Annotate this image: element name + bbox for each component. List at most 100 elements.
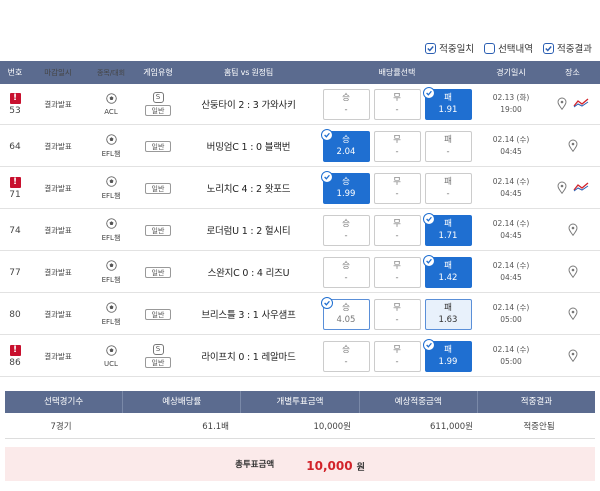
odds-group: 승 1.99 무 - 패 - (317, 170, 477, 204)
odds-button-draw[interactable]: 무- (373, 298, 421, 330)
odds-button-draw[interactable]: 무- (373, 88, 421, 120)
deadline: 결과발표 (44, 267, 72, 277)
odds-label: 패 (444, 219, 452, 229)
deadline: 결과발표 (44, 225, 72, 235)
deadline: 결과발표 (44, 309, 72, 319)
match-time: 04:45 (500, 231, 522, 240)
odds-button-lose[interactable]: 패- (424, 172, 472, 204)
odds-group: 승 4.05 무 - 패 1.63 (317, 296, 477, 330)
game-number: 77 (9, 268, 21, 278)
special-badge-icon: S (152, 344, 164, 355)
location-pin-icon[interactable] (568, 265, 578, 280)
place-cell (545, 97, 600, 112)
match-date: 02.14 (수) (492, 135, 530, 144)
gametype-cell: S 일반 (136, 344, 180, 368)
odds-button-win[interactable]: 승- (322, 214, 370, 246)
match-time: 05:00 (500, 357, 522, 366)
odds-button-lose[interactable]: 패 1.42 (422, 254, 472, 288)
legend-result-checkbox[interactable]: 적중결과 (543, 41, 592, 55)
trend-chart-icon[interactable] (572, 98, 589, 110)
warning-icon: ! (9, 92, 21, 104)
league-cell: EFL챔 (86, 175, 136, 201)
total-amount: 10,000 원 (306, 455, 365, 474)
game-number: 86 (9, 357, 21, 368)
match-datetime: 02.14 (수) 04:45 (477, 218, 545, 242)
match-result: 라이프치 0 : 1 레알마드 (201, 352, 296, 363)
soccer-ball-icon (105, 344, 117, 360)
location-pin-icon[interactable] (568, 223, 578, 238)
check-icon (422, 212, 435, 225)
special-badge-icon: S (152, 92, 164, 103)
odds-button-lose[interactable]: 패 1.91 (422, 86, 472, 120)
match-datetime: 02.14 (수) 04:45 (477, 176, 545, 200)
col-match: 홈팀 vs 원정팀 (224, 68, 273, 77)
odds-button-win[interactable]: 승- (322, 256, 370, 288)
odds-group: 승 - 무 - 패 1.91 (317, 86, 477, 120)
odds-label: 패 (444, 303, 452, 313)
odds-button-lose[interactable]: 패 1.71 (422, 212, 472, 246)
odds-value: - (395, 357, 399, 367)
location-pin-icon[interactable] (557, 97, 567, 112)
place-cell (545, 223, 600, 238)
check-icon (320, 170, 333, 183)
match-row: 64 결과발표 EFL챔 일반 버밍엄C 1 : 0 블랙번 승 2.04 무 - 패 -02.14… (0, 126, 600, 167)
match-date: 02.14 (수) (492, 261, 530, 270)
odds-label: 패 (444, 177, 452, 187)
odds-value: - (395, 105, 399, 115)
league-name: ACL (104, 107, 118, 116)
summary-header-cell: 예상배당률 (123, 391, 242, 413)
legend-label: 선택내역 (498, 44, 534, 55)
odds-button-win[interactable]: 승 1.99 (320, 170, 370, 204)
league-cell: EFL챔 (86, 133, 136, 159)
odds-group: 승 - 무 - 패 1.99 (317, 338, 477, 372)
odds-value: - (395, 147, 399, 157)
soccer-ball-icon (105, 217, 117, 233)
game-number-cell: 80 (0, 294, 30, 334)
odds-value: 1.71 (438, 231, 458, 241)
odds-group: 승 2.04 무 - 패 - (317, 128, 477, 162)
match-row: 77 결과발표 EFL챔 일반 스완지C 0 : 4 리즈U 승 - 무 - 패 1.42 02.14… (0, 252, 600, 293)
odds-button-draw[interactable]: 무- (373, 130, 421, 162)
deadline: 결과발표 (44, 141, 72, 151)
match-date: 02.13 (화) (492, 93, 530, 102)
odds-button-win[interactable]: 승- (322, 340, 370, 372)
odds-button-draw[interactable]: 무- (373, 214, 421, 246)
check-icon (422, 86, 435, 99)
check-icon (422, 338, 435, 351)
odds-button-draw[interactable]: 무- (373, 172, 421, 204)
summary-header-cell: 적중결과 (520, 397, 553, 407)
trend-chart-icon[interactable] (572, 182, 589, 194)
location-pin-icon[interactable] (557, 181, 567, 196)
odds-button-win[interactable]: 승 2.04 (320, 128, 370, 162)
odds-value: - (344, 231, 348, 241)
match-date: 02.14 (수) (492, 219, 530, 228)
gametype-badge: 일반 (144, 182, 172, 194)
odds-value: - (395, 273, 399, 283)
location-pin-icon[interactable] (568, 307, 578, 322)
league-name: EFL챔 (101, 191, 121, 200)
odds-label: 무 (393, 345, 401, 355)
odds-button-draw[interactable]: 무- (373, 256, 421, 288)
total-value: 10,000 (306, 458, 353, 473)
odds-button-lose[interactable]: 패- (424, 130, 472, 162)
match-datetime: 02.13 (화) 19:00 (477, 92, 545, 116)
odds-button-win[interactable]: 승- (322, 88, 370, 120)
expected-odds: 61.1배 (202, 421, 229, 432)
odds-button-draw[interactable]: 무- (373, 340, 421, 372)
location-pin-icon[interactable] (568, 349, 578, 364)
deadline: 결과발표 (44, 99, 72, 109)
league-cell: EFL챔 (86, 301, 136, 327)
odds-button-lose[interactable]: 패 1.99 (422, 338, 472, 372)
odds-value: 1.91 (438, 105, 458, 115)
odds-button-win[interactable]: 승 4.05 (320, 296, 370, 330)
checkbox-icon (484, 42, 496, 54)
total-bet-bar: 총투표금액 10,000 원 (5, 447, 595, 481)
odds-label: 무 (393, 219, 401, 229)
odds-label: 패 (444, 93, 452, 103)
game-number-cell: 64 (0, 126, 30, 166)
location-pin-icon[interactable] (568, 139, 578, 154)
legend-match-checkbox[interactable]: 적중일치 (425, 41, 474, 55)
odds-button-lose[interactable]: 패 1.63 (424, 298, 472, 330)
summary-header: 선택경기수 예상배당률 개별투표금액 예상적중금액 적중결과 (5, 391, 595, 413)
legend-selection-checkbox[interactable]: 선택내역 (484, 41, 533, 55)
